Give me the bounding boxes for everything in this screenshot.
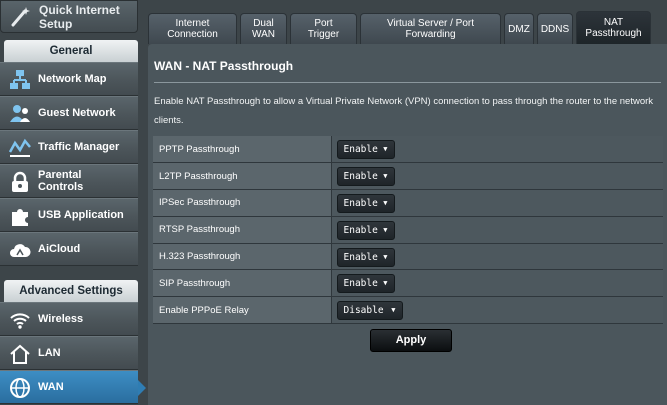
pppoe-relay-select[interactable]: Disable ▼	[336, 301, 403, 321]
setting-label: PPTP Passthrough	[153, 136, 332, 164]
tab-dmz[interactable]: DMZ	[504, 13, 534, 44]
tab-label: NAT Passthrough	[585, 17, 642, 39]
sidebar-item-lan[interactable]: LAN	[0, 336, 138, 370]
table-row: IPSec Passthrough Enable ▼	[153, 189, 663, 217]
table-row: Enable PPPoE Relay Disable ▼	[153, 296, 663, 325]
main-panel: WAN - NAT Passthrough Enable NAT Passthr…	[148, 44, 667, 405]
settings-table: PPTP Passthrough Enable ▼ L2TP Passthroug…	[153, 136, 663, 325]
table-row: SIP Passthrough Enable ▼	[153, 269, 663, 298]
sidebar-item-guest-network[interactable]: Guest Network	[0, 96, 138, 130]
home-icon	[9, 343, 31, 365]
tab-label: Dual WAN	[252, 18, 275, 40]
dropdown-arrow-icon: ▼	[383, 198, 388, 207]
select-value: Enable	[343, 278, 378, 290]
tab-label: Port Trigger	[307, 18, 340, 40]
table-row: RTSP Passthrough Enable ▼	[153, 216, 663, 244]
tab-label: DMZ	[508, 23, 530, 35]
h323-passthrough-select[interactable]: Enable ▼	[336, 247, 395, 267]
general-section-header: General	[4, 40, 138, 62]
table-row: PPTP Passthrough Enable ▼	[153, 136, 663, 164]
ipsec-passthrough-select[interactable]: Enable ▼	[336, 193, 395, 213]
dropdown-arrow-icon: ▼	[383, 145, 388, 154]
sidebar-item-label: AiCloud	[38, 243, 81, 255]
tab-ddns[interactable]: DDNS	[537, 13, 573, 44]
dropdown-arrow-icon: ▼	[383, 225, 388, 234]
table-row: H.323 Passthrough Enable ▼	[153, 243, 663, 271]
select-value: Enable	[343, 224, 378, 236]
lock-icon	[9, 171, 31, 193]
select-value: Enable	[343, 251, 378, 263]
sidebar-item-parental-controls[interactable]: Parental Controls	[0, 164, 138, 198]
sidebar: Quick Internet Setup General Network Map…	[0, 0, 146, 405]
sidebar-item-wan[interactable]: WAN	[0, 370, 146, 404]
setting-label: L2TP Passthrough	[153, 162, 332, 191]
tab-port-trigger[interactable]: Port Trigger	[290, 13, 357, 44]
setting-label: RTSP Passthrough	[153, 216, 332, 244]
apply-button[interactable]: Apply	[370, 329, 452, 352]
globe-icon	[9, 377, 31, 399]
traffic-manager-icon	[8, 137, 31, 159]
quick-internet-setup-button[interactable]: Quick Internet Setup	[0, 0, 138, 33]
tab-internet-connection[interactable]: Internet Connection	[148, 13, 237, 44]
sidebar-item-label: Traffic Manager	[38, 141, 120, 153]
sidebar-item-network-map[interactable]: Network Map	[0, 62, 138, 96]
tab-nat-passthrough[interactable]: NAT Passthrough	[576, 11, 651, 44]
setting-label: H.323 Passthrough	[153, 243, 332, 271]
page-title: WAN - NAT Passthrough	[154, 59, 294, 73]
sidebar-item-label: Parental Controls	[38, 169, 84, 193]
setting-label: Enable PPPoE Relay	[153, 296, 332, 325]
select-value: Disable	[343, 305, 384, 317]
tab-virtual-server[interactable]: Virtual Server / Port Forwarding	[360, 13, 501, 44]
rtsp-passthrough-select[interactable]: Enable ▼	[336, 220, 395, 240]
tab-label: DDNS	[540, 23, 570, 35]
sidebar-item-label: Network Map	[38, 73, 107, 85]
wand-icon	[9, 5, 31, 27]
select-value: Enable	[343, 197, 378, 209]
cloud-icon	[9, 239, 31, 261]
sidebar-item-aicloud[interactable]: AiCloud	[0, 232, 138, 266]
guest-network-icon	[9, 103, 31, 125]
advanced-settings-section-header: Advanced Settings	[4, 280, 138, 302]
puzzle-icon	[9, 205, 31, 227]
title-divider	[154, 82, 661, 83]
dropdown-arrow-icon: ▼	[383, 252, 388, 261]
select-value: Enable	[343, 171, 378, 183]
setting-label: SIP Passthrough	[153, 269, 332, 298]
dropdown-arrow-icon: ▼	[383, 279, 388, 288]
sidebar-item-label: WAN	[38, 381, 64, 393]
sidebar-item-label: LAN	[38, 347, 61, 359]
sidebar-item-label: Guest Network	[38, 107, 116, 119]
sidebar-item-wireless[interactable]: Wireless	[0, 302, 138, 336]
sidebar-item-label: USB Application	[38, 209, 124, 221]
network-map-icon	[9, 69, 31, 91]
sidebar-item-usb-application[interactable]: USB Application	[0, 198, 138, 232]
quick-internet-setup-label: Quick Internet Setup	[39, 3, 120, 31]
wifi-icon	[9, 309, 31, 331]
pptp-passthrough-select[interactable]: Enable ▼	[336, 140, 395, 160]
sip-passthrough-select[interactable]: Enable ▼	[336, 274, 395, 294]
setting-label: IPSec Passthrough	[153, 189, 332, 217]
dropdown-arrow-icon: ▼	[391, 306, 396, 315]
table-row: L2TP Passthrough Enable ▼	[153, 162, 663, 191]
tab-label: Virtual Server / Port Forwarding	[386, 18, 475, 40]
sidebar-item-label: Wireless	[38, 313, 84, 325]
sidebar-item-traffic-manager[interactable]: Traffic Manager	[0, 130, 138, 164]
select-value: Enable	[343, 144, 378, 156]
tab-label: Internet Connection	[167, 18, 218, 40]
dropdown-arrow-icon: ▼	[383, 172, 388, 181]
l2tp-passthrough-select[interactable]: Enable ▼	[336, 167, 395, 187]
tab-dual-wan[interactable]: Dual WAN	[240, 13, 287, 44]
page-description: Enable NAT Passthrough to allow a Virtua…	[154, 96, 654, 126]
